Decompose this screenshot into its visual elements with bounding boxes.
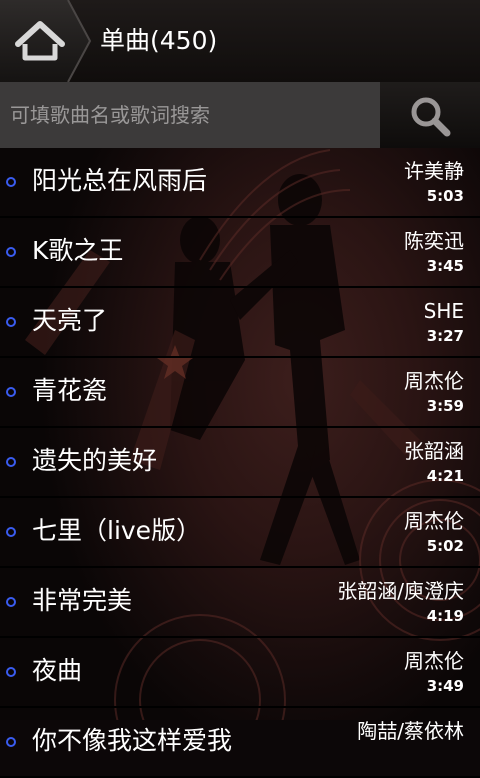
song-artist: 陶喆/蔡依林 [357, 719, 464, 743]
song-duration: 5:02 [426, 537, 464, 555]
search-icon [411, 97, 451, 137]
song-row[interactable]: 七里（live版） 周杰伦 5:02 [0, 498, 480, 568]
song-title: 阳光总在风雨后 [32, 166, 208, 195]
home-icon [0, 0, 92, 82]
home-button[interactable] [0, 0, 92, 82]
page-title: 单曲(450) [100, 26, 218, 55]
song-artist: 周杰伦 [404, 509, 464, 533]
bullet-icon [6, 177, 16, 187]
song-title: 天亮了 [32, 306, 108, 335]
song-artist: SHE [423, 299, 464, 323]
search-button[interactable] [380, 82, 480, 148]
song-row[interactable]: 阳光总在风雨后 许美静 5:03 [0, 148, 480, 218]
song-title: 青花瓷 [32, 376, 108, 405]
bullet-icon [6, 737, 16, 747]
bullet-icon [6, 667, 16, 677]
search-bar [0, 82, 480, 148]
song-row[interactable]: 青花瓷 周杰伦 3:59 [0, 358, 480, 428]
song-duration: 3:27 [426, 327, 464, 345]
song-title: 非常完美 [32, 586, 133, 615]
top-bar: 单曲(450) [0, 0, 480, 82]
song-duration: 3:49 [426, 677, 464, 695]
song-duration: 4:19 [426, 607, 464, 625]
song-duration: 3:59 [426, 397, 464, 415]
song-title: 遗失的美好 [32, 446, 158, 475]
song-artist: 张韶涵/庾澄庆 [337, 579, 464, 603]
song-title: 夜曲 [32, 656, 83, 685]
song-duration: 3:45 [426, 257, 464, 275]
song-row[interactable]: 天亮了 SHE 3:27 [0, 288, 480, 358]
song-duration: 4:21 [426, 467, 464, 485]
bullet-icon [6, 457, 16, 467]
song-row[interactable]: 非常完美 张韶涵/庾澄庆 4:19 [0, 568, 480, 638]
song-duration: 5:03 [426, 187, 464, 205]
bullet-icon [6, 317, 16, 327]
song-title: K歌之王 [32, 236, 124, 265]
song-artist: 陈奕迅 [404, 229, 464, 253]
song-artist: 许美静 [404, 159, 464, 183]
song-row[interactable]: K歌之王 陈奕迅 3:45 [0, 218, 480, 288]
song-row[interactable]: 遗失的美好 张韶涵 4:21 [0, 428, 480, 498]
bullet-icon [6, 247, 16, 257]
search-input[interactable] [0, 82, 380, 148]
song-artist: 周杰伦 [404, 649, 464, 673]
song-title: 七里（live版） [32, 516, 202, 545]
bullet-icon [6, 387, 16, 397]
bullet-icon [6, 597, 16, 607]
song-artist: 张韶涵 [404, 439, 464, 463]
bullet-icon [6, 527, 16, 537]
song-row[interactable]: 夜曲 周杰伦 3:49 [0, 638, 480, 708]
song-artist: 周杰伦 [404, 369, 464, 393]
song-row[interactable]: 你不像我这样爱我 陶喆/蔡依林 [0, 708, 480, 778]
song-list: 阳光总在风雨后 许美静 5:03 K歌之王 陈奕迅 3:45 天亮了 SHE 3… [0, 148, 480, 778]
song-title: 你不像我这样爱我 [32, 726, 233, 755]
